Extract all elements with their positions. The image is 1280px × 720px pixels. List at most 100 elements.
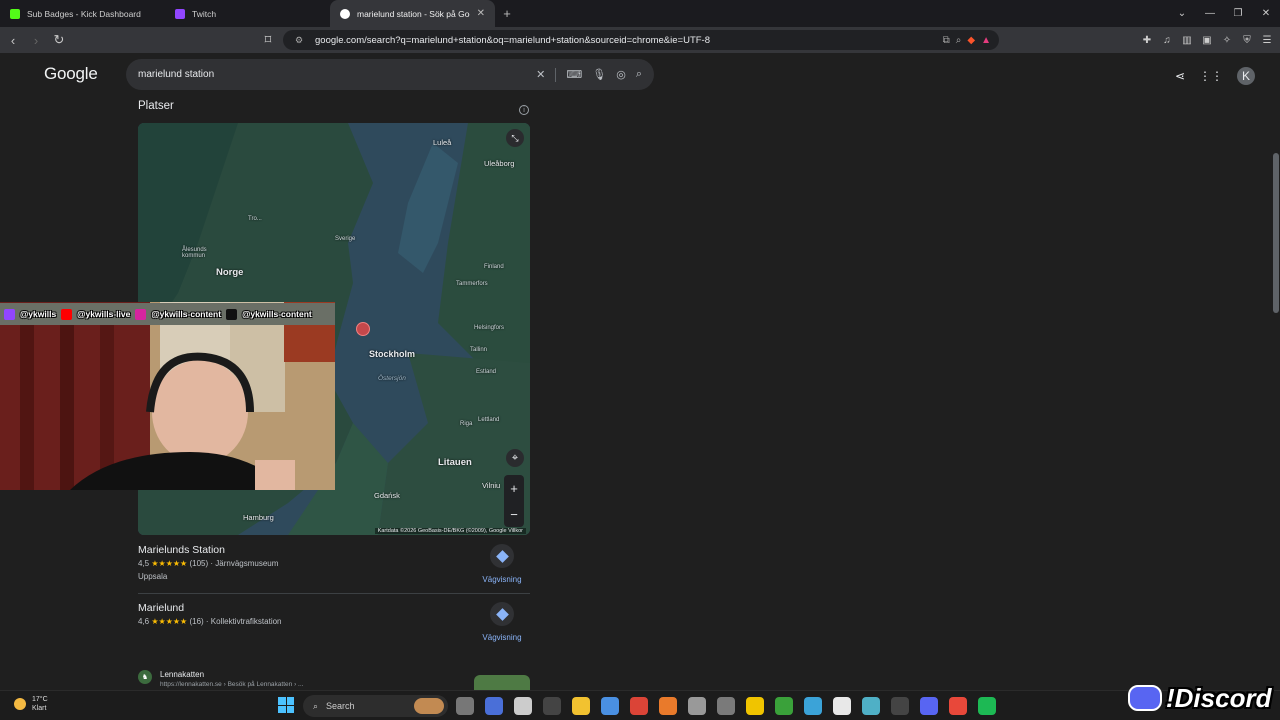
camera-search-icon[interactable]: ◎ (616, 68, 626, 81)
map-label: Östersjön (378, 375, 406, 382)
leo-ai-icon[interactable]: ✧ (1220, 31, 1234, 49)
taskbar-app-icon[interactable] (514, 697, 532, 715)
taskbar-app-icon[interactable] (862, 697, 880, 715)
discord-icon (1128, 685, 1162, 711)
place-meta: 4,6 ★★★★★ (16) · Kollektivtrafikstation (138, 617, 282, 626)
handle: @ykwills-content (242, 309, 312, 319)
taskbar-search[interactable]: ⌕ Search (303, 695, 448, 717)
map-label: Tammerfors (456, 281, 488, 287)
youtube-icon (61, 308, 73, 320)
tab-kick[interactable]: Sub Badges - Kick Dashboard (0, 0, 165, 27)
taskbar-app-icon[interactable] (543, 697, 561, 715)
rating: 4,5 (138, 559, 150, 568)
weather-condition: Klart (32, 705, 47, 712)
extensions-icon[interactable]: ✚ (1140, 31, 1154, 49)
back-button[interactable]: ‹ (3, 30, 23, 50)
result-title[interactable]: Lennakatten (160, 670, 303, 679)
media-icon[interactable]: ♫ (1160, 31, 1174, 49)
new-tab-button[interactable]: + (495, 0, 519, 27)
apps-grid-icon[interactable]: ⋮⋮ (1199, 69, 1223, 83)
translate-icon[interactable]: ⧉ (943, 35, 950, 46)
place-name[interactable]: Marielunds Station (138, 544, 530, 556)
wallet-icon[interactable]: ▣ (1200, 31, 1214, 49)
map-label: Ålesunds kommun (182, 247, 207, 259)
bookmark-icon[interactable]: ⌑ (258, 30, 278, 50)
tab-google-search[interactable]: marielund station - Sök på Goog ✕ (330, 0, 495, 27)
directions-icon (490, 544, 514, 568)
location-pin[interactable] (356, 322, 370, 336)
map-label: Riga (460, 421, 473, 427)
share-icon[interactable]: ⋖ (1175, 69, 1185, 83)
zoom-out-button[interactable]: − (510, 507, 518, 522)
result-thumbnail[interactable] (474, 675, 530, 690)
reload-button[interactable]: ↻ (49, 30, 69, 50)
result-url: https://lennakatten.se › Besök på Lennak… (160, 681, 304, 688)
menu-icon[interactable]: ☰ (1260, 31, 1274, 49)
clear-icon[interactable]: ✕ (536, 68, 545, 81)
zoom-icon[interactable]: ⌕ (956, 35, 962, 46)
moon-icon (14, 698, 26, 710)
close-window-button[interactable]: ✕ (1252, 0, 1280, 27)
google-logo[interactable]: Google (44, 64, 98, 84)
sidebar-icon[interactable]: ▥ (1180, 31, 1194, 49)
place-type: Järnvägsmuseum (215, 559, 279, 568)
taskbar-app-icon[interactable] (833, 697, 851, 715)
taskbar-app-icon[interactable] (891, 697, 909, 715)
map-label: Uleåborg (484, 159, 515, 168)
microphone-icon[interactable]: 🎙 (592, 68, 606, 81)
window-controls: ⌄ — ❐ ✕ (1168, 0, 1280, 27)
brave-shield-icon[interactable]: ◆ (967, 35, 975, 46)
taskbar-app-icon[interactable] (920, 697, 938, 715)
taskbar-app-icon[interactable] (601, 697, 619, 715)
place-result[interactable]: Marielund 4,6 ★★★★★ (16) · Kollektivtraf… (138, 602, 530, 642)
taskbar-app-icon[interactable] (978, 697, 996, 715)
info-icon[interactable]: i (519, 105, 529, 115)
terms-link[interactable]: Villkor (508, 528, 523, 534)
place-result[interactable]: Marielunds Station 4,5 ★★★★★ (105) · Jär… (138, 544, 530, 584)
address-bar[interactable]: ⚙ google.com/search?q=marielund+station&… (283, 30, 999, 50)
forward-button[interactable]: › (26, 30, 46, 50)
my-location-icon[interactable]: ⌖ (506, 449, 524, 467)
section-title: Platser (138, 100, 174, 112)
directions-button[interactable]: Vägvisning (480, 602, 524, 642)
vpn-icon[interactable]: ⛨ (1240, 31, 1254, 49)
site-info-icon[interactable]: ⚙ (291, 35, 307, 46)
map-label: Sverige (335, 236, 356, 242)
taskbar-app-icon[interactable] (746, 697, 764, 715)
taskbar-app-icon[interactable] (688, 697, 706, 715)
close-tab-icon[interactable]: ✕ (477, 8, 485, 19)
map-label: Tro... (248, 216, 262, 222)
start-button[interactable] (278, 697, 294, 713)
taskbar-app-icon[interactable] (630, 697, 648, 715)
zoom-in-button[interactable]: + (510, 481, 518, 496)
taskbar-app-icon[interactable] (485, 697, 503, 715)
search-query[interactable]: marielund station (138, 69, 536, 80)
minimize-button[interactable]: — (1196, 0, 1224, 27)
taskbar-app-icon[interactable] (717, 697, 735, 715)
weather-widget[interactable]: 17°C Klart (14, 695, 48, 713)
search-result[interactable]: ♞ Lennakatten https://lennakatten.se › B… (138, 670, 303, 688)
tab-search-icon[interactable]: ⌄ (1168, 0, 1196, 27)
brave-rewards-icon[interactable]: ▲ (981, 35, 991, 46)
taskbar-app-icon[interactable] (572, 697, 590, 715)
search-input[interactable]: marielund station ✕ ⌨ 🎙 ◎ ⌕ (126, 59, 654, 90)
social-handles-bar: @ykwills @ykwills-live @ykwills-content … (0, 303, 335, 325)
taskbar-app-icon[interactable] (804, 697, 822, 715)
collapse-map-icon[interactable]: ⤡ (506, 129, 524, 147)
scrollbar[interactable] (1273, 153, 1279, 313)
directions-button[interactable]: Vägvisning (480, 544, 524, 584)
place-type: Kollektivtrafikstation (210, 617, 282, 626)
taskbar-app-icon[interactable] (949, 697, 967, 715)
discord-overlay: !Discord (1128, 680, 1271, 716)
maximize-button[interactable]: ❐ (1224, 0, 1252, 27)
search-icon: ⌕ (313, 700, 319, 711)
tab-twitch[interactable]: Twitch (165, 0, 330, 27)
keyboard-icon[interactable]: ⌨ (566, 68, 582, 81)
place-name[interactable]: Marielund (138, 602, 530, 614)
taskbar-app-icon[interactable] (659, 697, 677, 715)
taskbar-app-icon[interactable] (456, 697, 474, 715)
taskbar-app-icon[interactable] (775, 697, 793, 715)
search-icon[interactable]: ⌕ (636, 68, 642, 81)
avatar[interactable]: K (1237, 67, 1255, 85)
map-label: Lettland (478, 417, 500, 423)
